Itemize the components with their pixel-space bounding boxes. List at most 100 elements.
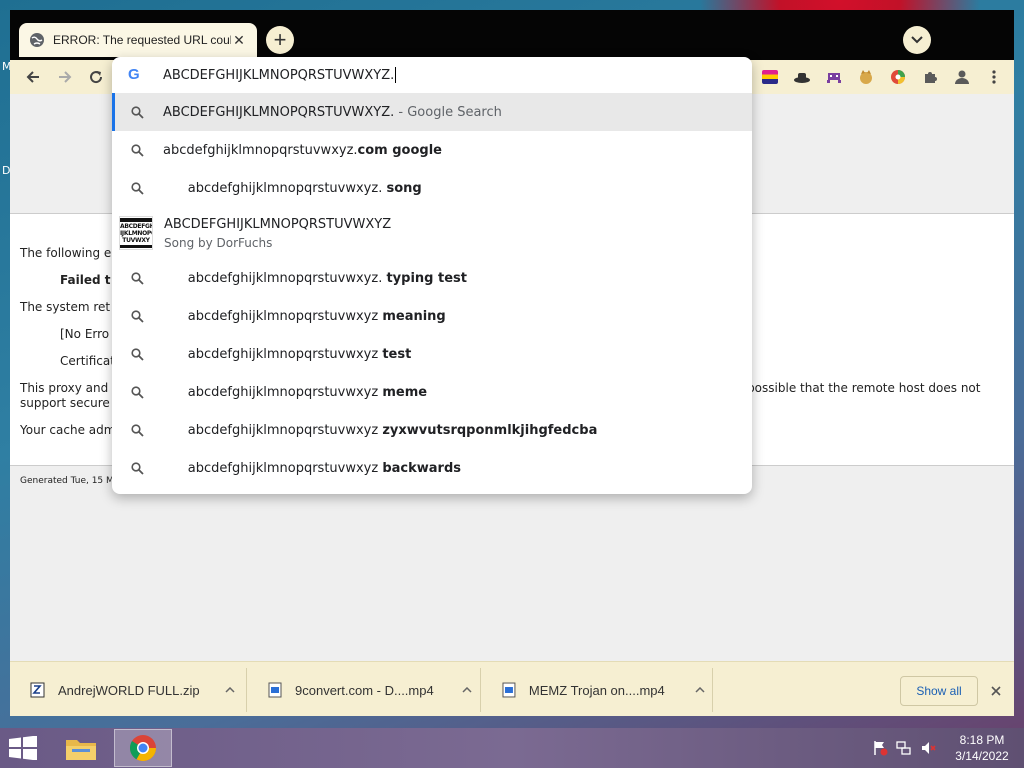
download-bar: AndrejWORLD FULL.zip 9convert.com - D...… bbox=[10, 661, 1014, 716]
chrome-taskbar-button[interactable] bbox=[114, 729, 172, 767]
page-footer-text: Generated Tue, 15 M bbox=[20, 476, 114, 486]
suggestion-item[interactable]: abcdefghijklmnopqrstuvwxyz meaning bbox=[112, 297, 752, 335]
page-text: The system ret bbox=[20, 300, 111, 314]
suggestion-item[interactable]: abcdefghijklmnopqrstuvwxyz test bbox=[112, 335, 752, 373]
extension-invader-icon[interactable] bbox=[821, 64, 847, 90]
download-item[interactable]: MEMZ Trojan on....mp4 bbox=[481, 668, 713, 712]
search-icon bbox=[130, 385, 144, 399]
windows-start-icon[interactable] bbox=[8, 736, 38, 760]
chevron-down-icon bbox=[911, 36, 923, 44]
file-explorer-taskbar-button[interactable] bbox=[52, 729, 110, 767]
puzzle-icon[interactable] bbox=[917, 64, 943, 90]
extension-colorwheel-icon[interactable] bbox=[885, 64, 911, 90]
suggestion-item[interactable]: abcdefghijklmnopqrstuvwxyz zyxwvutsrqpon… bbox=[112, 411, 752, 449]
extension-doge-icon[interactable] bbox=[853, 64, 879, 90]
page-text: Failed t bbox=[60, 273, 111, 287]
album-art-text: TUVWXY bbox=[122, 236, 150, 244]
video-file-icon bbox=[268, 682, 282, 698]
search-icon bbox=[130, 309, 144, 323]
globe-icon bbox=[30, 33, 44, 47]
suggestion-note: - Google Search bbox=[398, 104, 502, 120]
suggestion-item[interactable]: abcdefghijklmnopqrstuvwxyz backwards bbox=[112, 449, 752, 487]
chevron-up-icon[interactable] bbox=[218, 678, 242, 702]
suggestion-query: abcdefghijklmnopqrstuvwxyz bbox=[187, 422, 383, 438]
search-icon bbox=[130, 423, 144, 437]
profile-icon[interactable] bbox=[949, 64, 975, 90]
download-name: AndrejWORLD FULL.zip bbox=[58, 682, 200, 698]
reload-button[interactable] bbox=[83, 64, 109, 90]
kebab-menu-icon[interactable] bbox=[981, 64, 1007, 90]
album-art-text: IJKLMNOPQ bbox=[120, 229, 153, 237]
text-caret bbox=[395, 67, 397, 83]
extension-hat-icon[interactable] bbox=[789, 64, 815, 90]
reload-icon bbox=[90, 71, 103, 84]
search-icon bbox=[130, 105, 144, 119]
suggestion-query: abcdefghijklmnopqrstuvwxyz. bbox=[187, 180, 387, 196]
page-text: Your cache adm bbox=[20, 423, 116, 437]
clock-time: 8:18 PM bbox=[959, 733, 1005, 747]
tab-strip: ERROR: The requested URL could not be re… bbox=[10, 10, 1014, 60]
page-footer: Generated Tue, 15 M bbox=[10, 465, 1014, 661]
extensions-strip bbox=[757, 64, 1007, 90]
video-file-icon bbox=[502, 682, 516, 698]
new-tab-button[interactable]: + bbox=[266, 26, 294, 54]
tab-error-page[interactable]: ERROR: The requested URL could not be re… bbox=[19, 23, 257, 57]
suggestion-item[interactable]: abcdefghijklmnopqrstuvwxyz. song bbox=[112, 169, 752, 207]
download-item[interactable]: AndrejWORLD FULL.zip bbox=[10, 668, 247, 712]
suggestion-suffix: song bbox=[386, 180, 422, 196]
suggestion-suffix: com google bbox=[357, 142, 442, 158]
back-button[interactable] bbox=[20, 64, 46, 90]
suggestion-suffix: typing test bbox=[386, 270, 467, 286]
suggestion-query: abcdefghijklmnopqrstuvwxyz bbox=[187, 308, 383, 324]
suggestion-item[interactable]: abcdefghijklmnopqrstuvwxyz meme bbox=[112, 373, 752, 411]
folder-icon bbox=[66, 740, 96, 760]
search-icon bbox=[130, 181, 144, 195]
chevron-up-icon[interactable] bbox=[688, 678, 712, 702]
google-icon: G bbox=[128, 66, 140, 83]
forward-button[interactable] bbox=[52, 64, 78, 90]
page-text: s possible that the remote host does not bbox=[737, 381, 981, 395]
album-art-text: ABCDEFGH bbox=[120, 222, 153, 230]
suggestion-query: abcdefghijklmnopqrstuvwxyz bbox=[187, 460, 383, 476]
search-icon bbox=[130, 271, 144, 285]
system-clock[interactable]: 8:18 PM 3/14/2022 bbox=[950, 732, 1014, 764]
flag-warning-icon[interactable] bbox=[872, 740, 888, 756]
tab-search-button[interactable] bbox=[903, 26, 931, 54]
download-name: 9convert.com - D....mp4 bbox=[295, 682, 434, 698]
suggestion-search[interactable]: ABCDEFGHIJKLMNOPQRSTUVWXYZ. - Google Sea… bbox=[112, 93, 752, 131]
arrow-right-icon bbox=[59, 71, 72, 83]
suggestion-suffix: meaning bbox=[382, 308, 446, 324]
rich-result-subtitle: Song by DorFuchs bbox=[164, 235, 273, 250]
suggestion-query: abcdefghijklmnopqrstuvwxyz bbox=[187, 384, 383, 400]
close-icon[interactable] bbox=[986, 681, 1006, 701]
omnibox-dropdown: G ABCDEFGHIJKLMNOPQRSTUVWXYZ. ABCDEFGHIJ… bbox=[112, 57, 752, 494]
volume-muted-icon[interactable] bbox=[920, 740, 936, 756]
extension-flag-icon[interactable] bbox=[757, 64, 783, 90]
tab-title: ERROR: The requested URL could not be re… bbox=[53, 33, 231, 47]
network-icon[interactable] bbox=[896, 740, 912, 756]
search-icon bbox=[130, 347, 144, 361]
page-text: [No Erro bbox=[60, 327, 110, 341]
suggestion-suffix: backwards bbox=[382, 460, 461, 476]
suggestion-query: abcdefghijklmnopqrstuvwxyz. bbox=[187, 270, 387, 286]
suggestion-item[interactable]: abcdefghijklmnopqrstuvwxyz.com google bbox=[112, 131, 752, 169]
suggestion-item[interactable]: abcdefghijklmnopqrstuvwxyz. typing test bbox=[112, 259, 752, 297]
page-text: Certificat bbox=[60, 354, 115, 368]
close-icon[interactable]: ✕ bbox=[231, 32, 247, 48]
suggestion-suffix: zyxwvutsrqponmlkjihgfedcba bbox=[382, 422, 598, 438]
omnibox-input-row[interactable]: G ABCDEFGHIJKLMNOPQRSTUVWXYZ. bbox=[112, 57, 752, 93]
chevron-up-icon[interactable] bbox=[455, 678, 479, 702]
show-all-button[interactable]: Show all bbox=[900, 676, 978, 706]
search-icon bbox=[130, 143, 144, 157]
download-name: MEMZ Trojan on....mp4 bbox=[528, 682, 665, 698]
download-item[interactable]: 9convert.com - D....mp4 bbox=[247, 668, 481, 712]
page-text: This proxy and bbox=[20, 381, 109, 395]
rich-result-title: ABCDEFGHIJKLMNOPQRSTUVWXYZ bbox=[164, 216, 392, 232]
zip-file-icon bbox=[30, 682, 45, 698]
suggestion-rich-song[interactable]: ABCDEFGH IJKLMNOPQ TUVWXY ABCDEFGHIJKLMN… bbox=[112, 207, 752, 259]
album-art: ABCDEFGH IJKLMNOPQ TUVWXY bbox=[119, 216, 153, 250]
suggestion-suffix: meme bbox=[382, 384, 428, 400]
omnibox-input[interactable]: ABCDEFGHIJKLMNOPQRSTUVWXYZ. bbox=[163, 68, 394, 83]
page-text: The following e bbox=[20, 246, 112, 260]
suggestion-query: abcdefghijklmnopqrstuvwxyz bbox=[187, 346, 383, 362]
